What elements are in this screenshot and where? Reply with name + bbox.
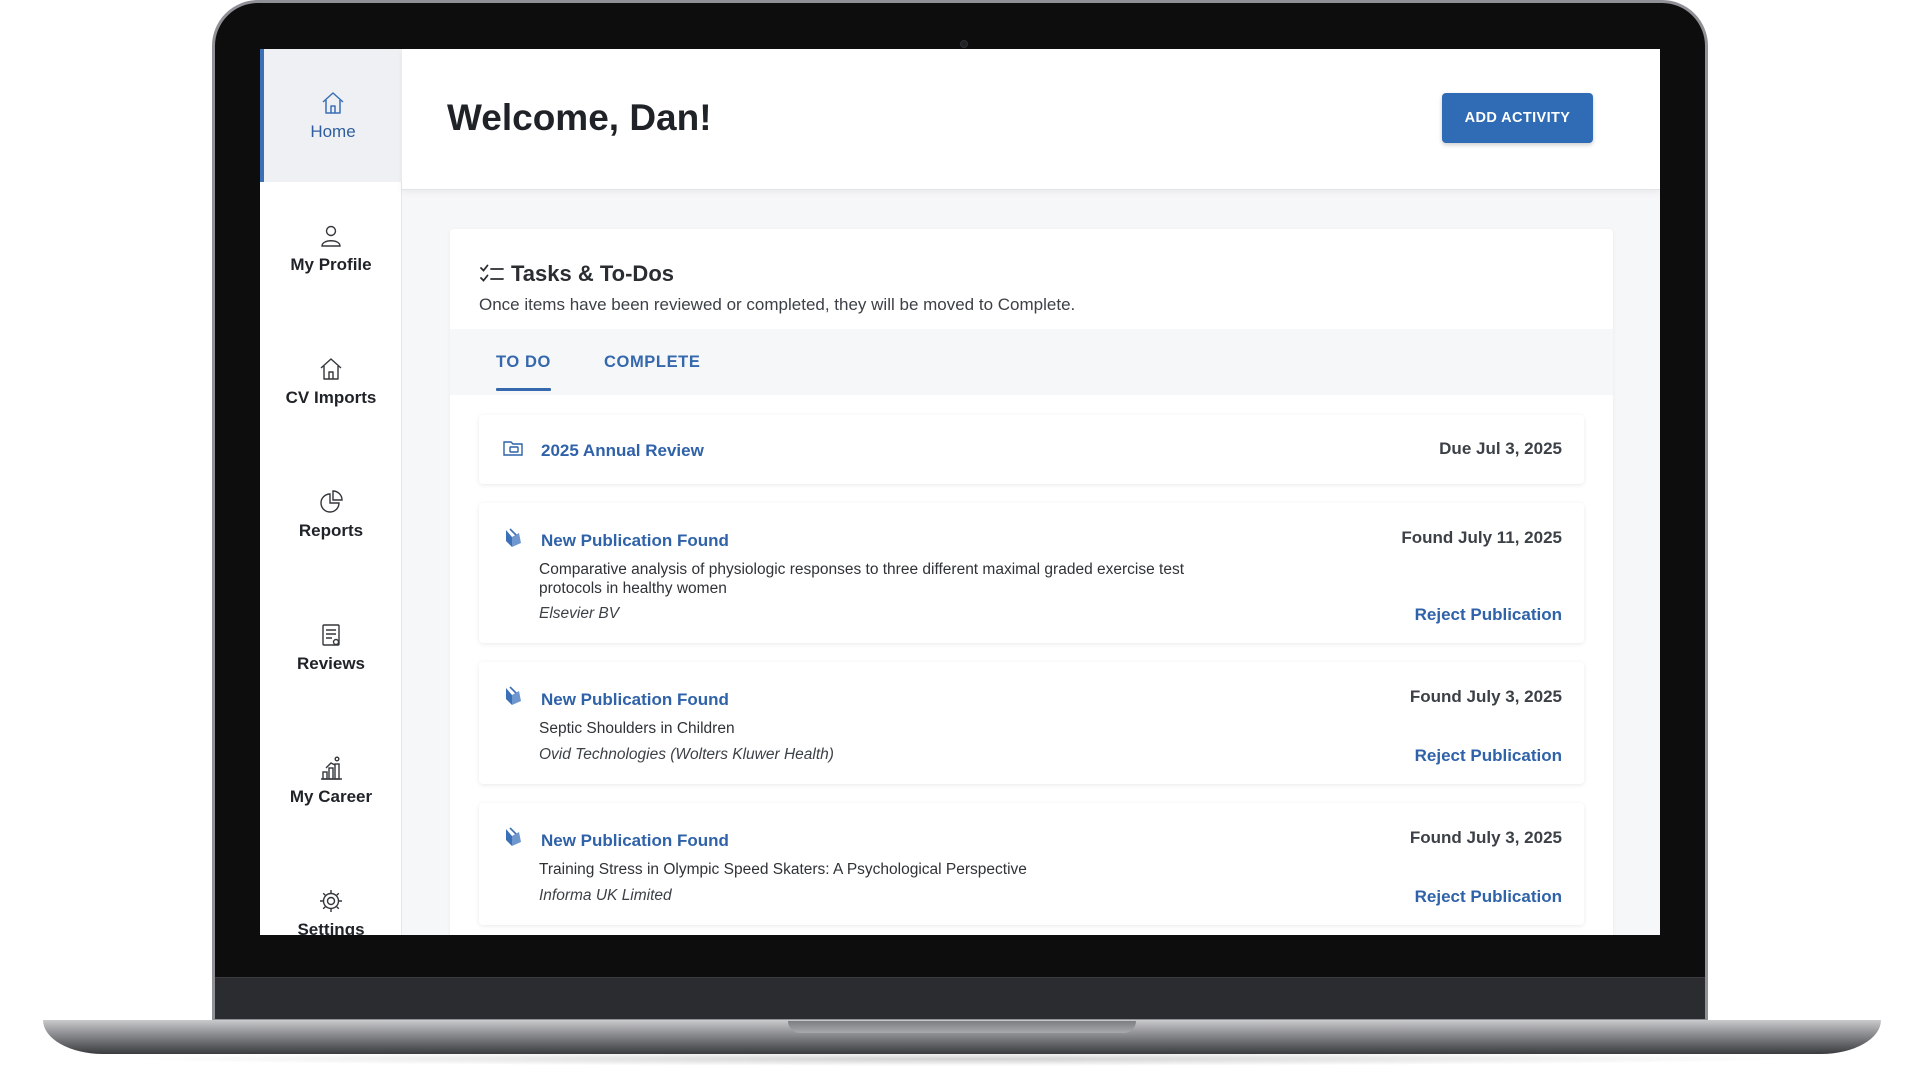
publication-icon	[502, 826, 524, 848]
tasks-title: Tasks & To-Dos	[511, 261, 674, 286]
publication-icon	[502, 527, 524, 549]
sidebar-item-settings[interactable]: Settings	[260, 847, 402, 935]
task-item-publication: New Publication Found Found July 3, 2025…	[479, 662, 1584, 784]
tasks-subtitle: Once items have been reviewed or complet…	[479, 295, 1076, 314]
sidebar-item-label: CV Imports	[285, 387, 377, 407]
tab-to-do[interactable]: TO DO	[496, 329, 551, 395]
task-date: Due Jul 3, 2025	[1439, 439, 1562, 458]
sidebar-item-reviews[interactable]: Reviews	[260, 581, 402, 714]
laptop-shadow	[120, 1052, 1800, 1066]
sidebar-item-my-career[interactable]: My Career	[260, 714, 402, 847]
tasks-card: Tasks & To-Dos Once items have been revi…	[450, 229, 1613, 935]
task-item-annual-review[interactable]: 2025 Annual Review Due Jul 3, 2025	[479, 415, 1584, 484]
publication-source: Elsevier BV	[539, 605, 620, 622]
sidebar-item-home[interactable]: Home	[260, 49, 402, 182]
sidebar-item-label: My Profile	[290, 254, 372, 274]
folder-icon	[502, 437, 524, 459]
sidebar-item-label: My Career	[289, 786, 373, 806]
task-title[interactable]: 2025 Annual Review	[541, 441, 704, 461]
publication-icon	[502, 685, 524, 707]
checklist-icon	[479, 263, 505, 285]
task-item-publication: New Publication Found Found July 3, 2025…	[479, 803, 1584, 925]
tab-complete[interactable]: COMPLETE	[604, 329, 700, 395]
app-screen: Home My Profile CV Imports Reports Revie	[260, 49, 1660, 935]
task-date: Found July 3, 2025	[1409, 828, 1562, 847]
gear-icon	[318, 888, 344, 914]
publication-title: Comparative analysis of physiologic resp…	[539, 561, 1185, 597]
publication-source: Ovid Technologies (Wolters Kluwer Health…	[539, 746, 834, 763]
publication-title: Septic Shoulders in Children	[539, 720, 735, 737]
sidebar-item-label: Reviews	[296, 653, 366, 673]
task-title[interactable]: New Publication Found	[541, 831, 729, 851]
user-icon	[318, 223, 344, 249]
home-icon	[320, 90, 346, 116]
tasks-heading: Tasks & To-Dos	[479, 261, 674, 287]
sidebar-item-label: Settings	[297, 919, 365, 936]
reject-publication-button[interactable]: Reject Publication	[1415, 887, 1562, 907]
laptop-notch	[788, 1021, 1136, 1033]
page-title: Welcome, Dan!	[447, 97, 712, 138]
camera-dot	[960, 40, 968, 48]
pie-chart-icon	[318, 489, 344, 515]
task-date: Found July 11, 2025	[1401, 528, 1562, 547]
career-ladder-icon	[318, 755, 344, 781]
page-header: Welcome, Dan! ADD ACTIVITY	[402, 49, 1660, 190]
tasks-tabs: TO DO COMPLETE	[450, 329, 1613, 395]
task-title[interactable]: New Publication Found	[541, 531, 729, 551]
task-title[interactable]: New Publication Found	[541, 690, 729, 710]
sidebar-item-cv-imports[interactable]: CV Imports	[260, 315, 402, 448]
task-date: Found July 3, 2025	[1409, 687, 1562, 706]
sidebar-item-label: Reports	[298, 520, 364, 540]
sidebar-item-label: Home	[310, 121, 356, 141]
sidebar-item-reports[interactable]: Reports	[260, 448, 402, 581]
sidebar: Home My Profile CV Imports Reports Revie	[260, 49, 402, 935]
publication-title: Training Stress in Olympic Speed Skaters…	[539, 861, 1027, 878]
add-activity-button[interactable]: ADD ACTIVITY	[1442, 93, 1593, 143]
task-item-publication: New Publication Found Found July 11, 202…	[479, 503, 1584, 643]
reject-publication-button[interactable]: Reject Publication	[1415, 746, 1562, 766]
reject-publication-button[interactable]: Reject Publication	[1415, 605, 1562, 625]
publication-source: Informa UK Limited	[539, 887, 672, 904]
document-icon	[318, 622, 344, 648]
sidebar-item-my-profile[interactable]: My Profile	[260, 182, 402, 315]
home-import-icon	[318, 356, 344, 382]
laptop-bezel-bottom	[215, 977, 1705, 1019]
